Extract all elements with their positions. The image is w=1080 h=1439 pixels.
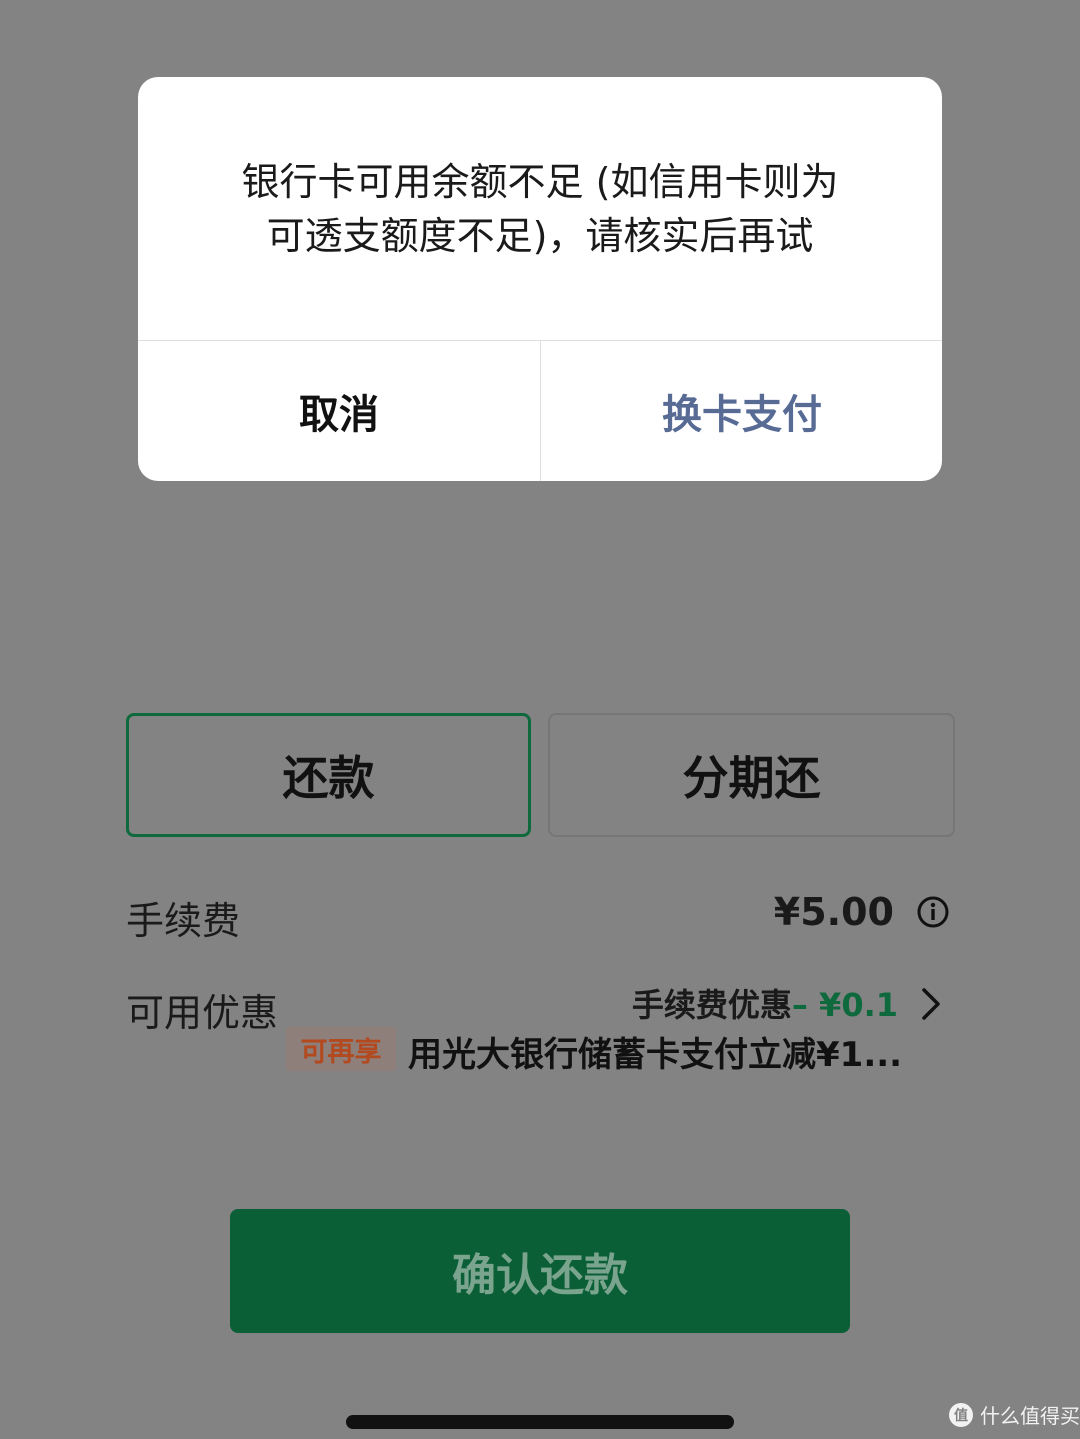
confirm-repay-label: 确认还款: [452, 1250, 628, 1301]
fee-label: 手续费: [126, 899, 241, 943]
dialog-message: 银行卡可用余额不足 (如信用卡则为 可透支额度不足)，请核实后再试: [178, 155, 902, 263]
dialog-cancel-button[interactable]: 取消: [138, 341, 540, 481]
info-icon[interactable]: [917, 896, 949, 928]
confirm-repay-button[interactable]: 确认还款: [230, 1209, 850, 1333]
installment-mode-label: 分期还: [682, 751, 821, 805]
smzdm-logo-icon: 值: [949, 1402, 973, 1427]
repay-mode-button[interactable]: 还款: [126, 713, 531, 837]
installment-mode-button[interactable]: 分期还: [548, 713, 955, 837]
svg-text:值: 值: [954, 1407, 968, 1424]
repay-mode-label: 还款: [282, 751, 375, 805]
discount-amount: – ¥0.1: [791, 986, 898, 1024]
dialog-message-line1: 银行卡可用余额不足 (如信用卡则为: [241, 160, 839, 204]
fee-value: ¥5.00: [773, 890, 894, 934]
insufficient-balance-dialog: 银行卡可用余额不足 (如信用卡则为 可透支额度不足)，请核实后再试 取消 换卡支…: [138, 77, 942, 481]
discount-label: 可用优惠: [126, 991, 279, 1035]
home-indicator[interactable]: [346, 1415, 734, 1429]
discount-summary[interactable]: 手续费优惠– ¥0.1: [632, 980, 898, 1026]
watermark-text: 什么值得买: [980, 1404, 1080, 1428]
chevron-right-icon[interactable]: [918, 986, 944, 1022]
dialog-switch-card-button[interactable]: 换卡支付: [541, 341, 942, 481]
dialog-message-line2: 可透支额度不足)，请核实后再试: [266, 214, 814, 258]
extra-offer-badge: 可再享: [286, 1027, 396, 1071]
discount-main-text: 手续费优惠: [631, 986, 792, 1024]
extra-offer-text[interactable]: 用光大银行储蓄卡支付立减¥1...: [408, 1027, 902, 1076]
watermark: 值 什么值得买: [948, 1400, 1080, 1429]
